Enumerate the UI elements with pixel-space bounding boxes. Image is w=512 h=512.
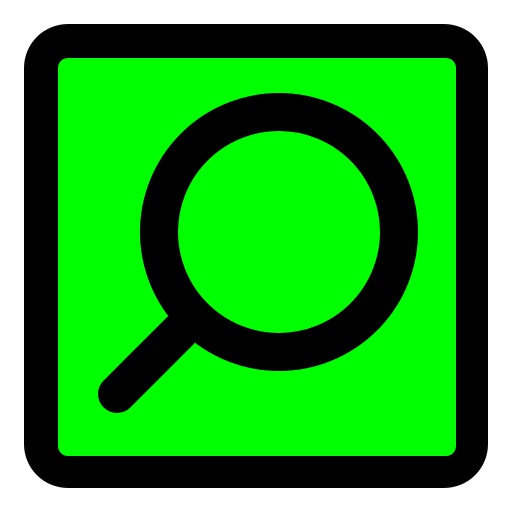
search-app-icon[interactable]: [0, 0, 512, 512]
search-icon-graphic: [24, 24, 488, 488]
